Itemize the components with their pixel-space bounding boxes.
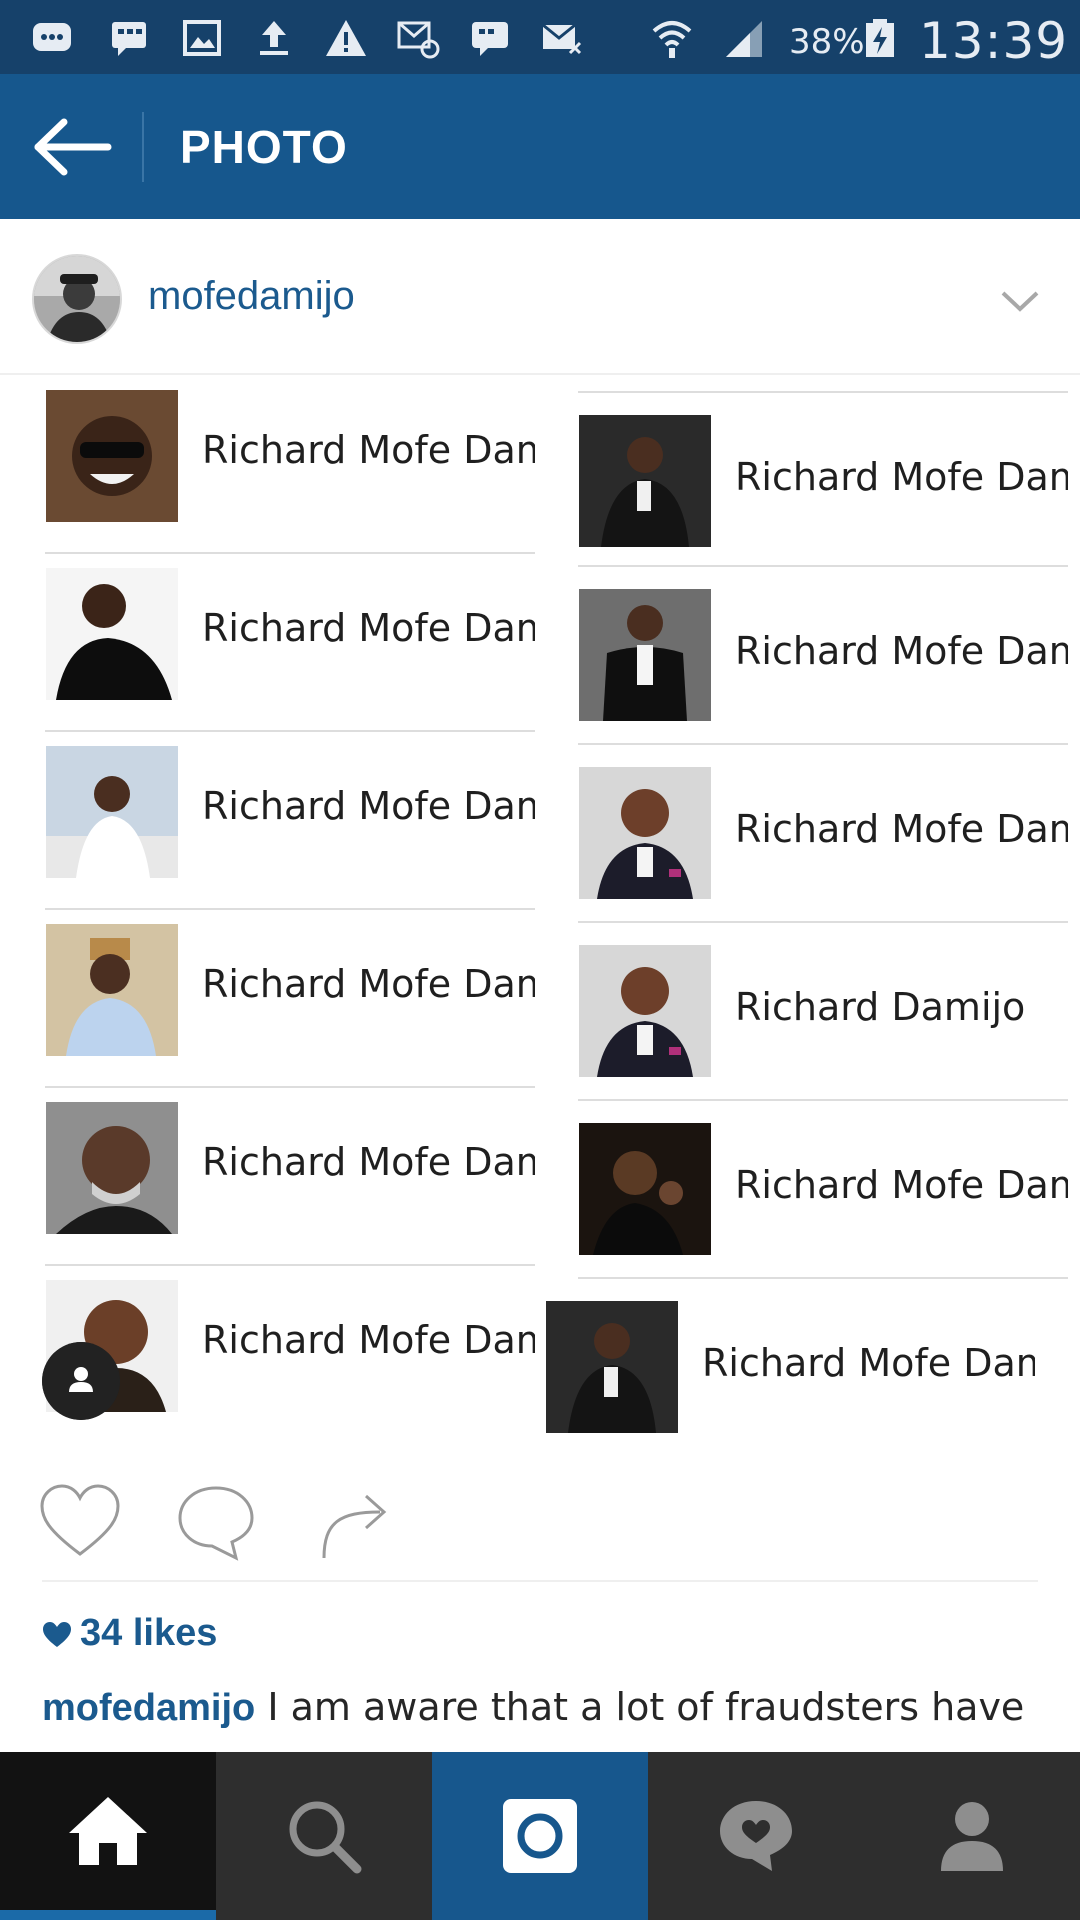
result-name: Richard Damijo	[735, 985, 1026, 1029]
result-name: Richard Mofe Dam	[735, 455, 1068, 499]
app-bar-divider	[142, 112, 144, 182]
post-photo[interactable]: Richard Mofe Dam Richard Mofe Dam Richar…	[0, 376, 1080, 1442]
search-result: Richard Mofe Dam	[45, 1088, 535, 1266]
result-photo	[579, 589, 711, 721]
nav-search[interactable]	[216, 1752, 432, 1920]
result-name: Richard Mofe Dam	[202, 962, 535, 1006]
result-photo	[579, 945, 711, 1077]
username-link[interactable]: mofedamijo	[148, 274, 355, 319]
bbm-icon	[33, 23, 71, 51]
comment-icon[interactable]	[174, 1482, 258, 1562]
nav-camera[interactable]	[432, 1752, 648, 1920]
chat-icon	[112, 22, 146, 56]
results-column-left: Richard Mofe Dam Richard Mofe Dam Richar…	[45, 376, 535, 1442]
share-icon[interactable]	[310, 1482, 394, 1562]
search-result: Richard Damijo	[578, 923, 1068, 1101]
search-result: Richard Mofe Dam	[578, 391, 1068, 567]
activity-icon	[720, 1801, 792, 1871]
clock: 13:39	[919, 12, 1069, 70]
heart-small-icon	[43, 1621, 71, 1647]
result-photo	[579, 767, 711, 899]
caption-text: I am aware that a lot of fraudsters have	[255, 1685, 1025, 1729]
email-icon	[397, 21, 440, 59]
search-result: Richard Mofe Dam	[545, 1279, 1068, 1442]
result-name: Richard Mofe Dam	[202, 428, 535, 472]
result-name: Richard Mofe Dam	[735, 629, 1068, 673]
post-actions	[0, 1442, 1080, 1582]
search-result: Richard Mofe Dam	[45, 910, 535, 1088]
result-photo	[46, 924, 178, 1056]
upload-icon	[260, 21, 288, 55]
search-result: Richard Mofe Dam	[45, 1266, 535, 1442]
search-result: Richard Mofe Dam	[45, 554, 535, 732]
message-icon	[472, 22, 508, 56]
result-photo	[46, 746, 178, 878]
result-name: Richard Mofe Dam	[202, 784, 535, 828]
result-name: Richard Mofe Dam	[735, 807, 1068, 851]
camera-icon	[503, 1799, 577, 1873]
warning-icon	[326, 20, 366, 56]
search-result: Richard Mofe Dam	[45, 732, 535, 910]
nav-profile[interactable]	[864, 1752, 1080, 1920]
app-bar: PHOTO	[0, 74, 1080, 219]
result-photo	[46, 568, 178, 700]
image-icon	[183, 20, 221, 56]
result-photo	[579, 1123, 711, 1255]
result-name: Richard Mofe Dam	[202, 1140, 535, 1184]
signal-icon	[726, 21, 762, 57]
likes-label: 34 likes	[80, 1612, 218, 1654]
mail-blocked-icon	[542, 23, 582, 55]
result-name: Richard Mofe Dam	[202, 606, 535, 650]
likes-count[interactable]: 34 likes	[42, 1612, 217, 1655]
battery-percent: 38%	[789, 22, 865, 62]
profile-icon	[941, 1802, 1003, 1871]
status-bar: 38% 13:39	[0, 0, 1080, 74]
result-name: Richard Mofe Dam	[702, 1341, 1035, 1385]
wifi-icon	[652, 21, 692, 58]
avatar[interactable]	[32, 254, 122, 344]
caption-username[interactable]: mofedamijo	[42, 1687, 255, 1729]
home-icon	[69, 1797, 147, 1865]
page-title: PHOTO	[180, 121, 348, 173]
search-result: Richard Mofe Dam	[578, 567, 1068, 745]
battery-charging-icon	[866, 19, 894, 57]
search-result: Richard Mofe Dam	[45, 376, 535, 554]
bottom-nav	[0, 1752, 1080, 1920]
results-column-right: Richard Mofe Dam Richard Mofe Dam Richar…	[546, 376, 1068, 1442]
result-photo	[46, 1102, 178, 1234]
post-caption: mofedamijo I am aware that a lot of frau…	[42, 1685, 1042, 1730]
arrow-left-icon[interactable]	[30, 114, 120, 180]
nav-activity[interactable]	[648, 1752, 864, 1920]
post-header: mofedamijo	[0, 219, 1080, 375]
divider	[42, 1580, 1038, 1582]
chevron-down-icon[interactable]	[995, 281, 1045, 321]
search-result: Richard Mofe Dam	[578, 745, 1068, 923]
result-name: Richard Mofe Dam	[735, 1163, 1068, 1207]
people-tag-icon[interactable]	[42, 1342, 120, 1420]
result-photo	[46, 390, 178, 522]
heart-icon[interactable]	[38, 1482, 122, 1562]
result-photo	[546, 1301, 678, 1433]
search-result: Richard Mofe Dam	[578, 1101, 1068, 1279]
result-name: Richard Mofe Dam	[202, 1318, 535, 1362]
search-icon	[289, 1801, 362, 1874]
nav-home[interactable]	[0, 1752, 216, 1920]
result-photo	[579, 415, 711, 547]
